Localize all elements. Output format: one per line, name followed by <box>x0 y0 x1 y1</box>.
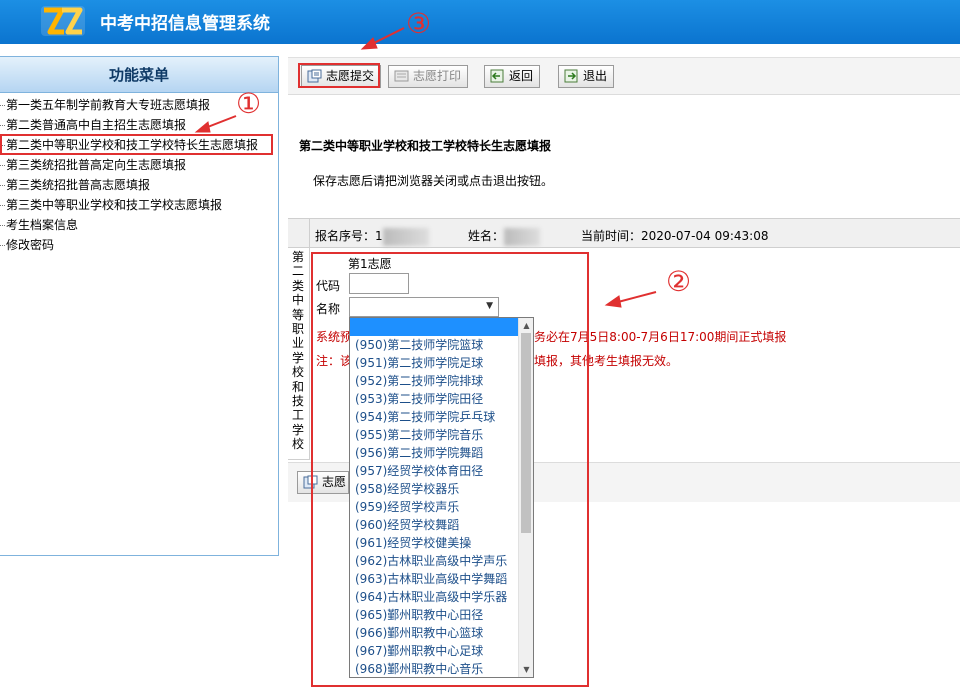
annotation-arrows <box>194 27 657 308</box>
